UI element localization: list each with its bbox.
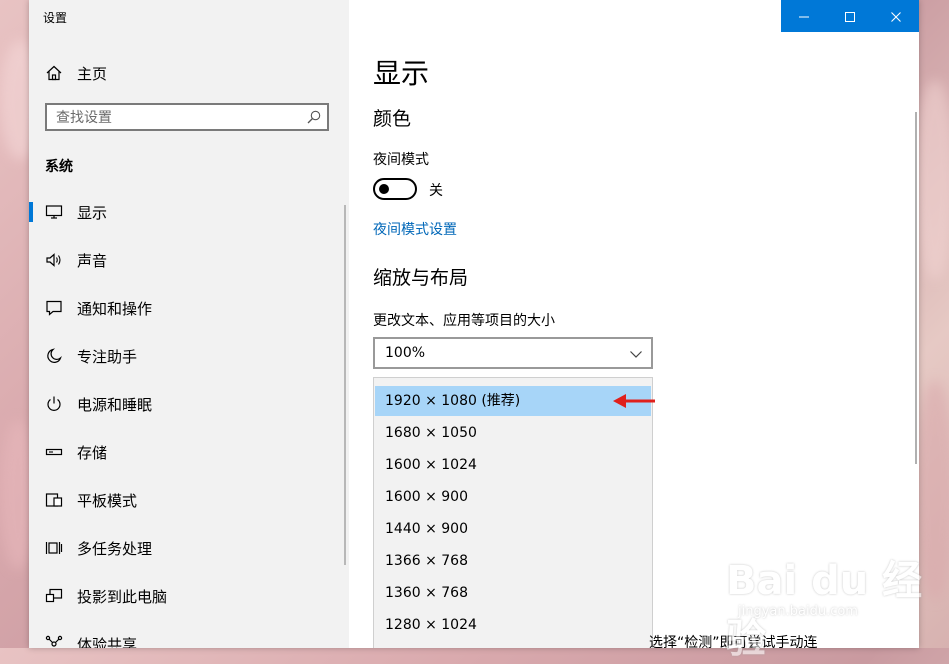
resolution-option[interactable]: 1600 × 900 xyxy=(375,482,651,512)
sidebar-home[interactable]: 主页 xyxy=(29,58,349,88)
watermark-url: jingyan.baidu.com xyxy=(738,604,858,619)
page-title: 显示 xyxy=(373,57,430,90)
scale-label: 更改文本、应用等项目的大小 xyxy=(373,313,555,329)
tablet-icon xyxy=(45,493,63,507)
resolution-option[interactable]: 1280 × 1024 xyxy=(375,610,651,640)
red-arrow-annotation xyxy=(613,394,655,408)
search-box[interactable] xyxy=(45,103,329,131)
maximize-icon xyxy=(845,12,855,22)
sidebar: 设置 主页 系统 显示 xyxy=(29,0,349,648)
sidebar-item-focus-assist[interactable]: 专注助手 xyxy=(29,336,349,376)
night-mode-toggle[interactable] xyxy=(373,178,417,200)
sidebar-item-project-to-pc[interactable]: 投影到此电脑 xyxy=(29,576,349,616)
content-scrollbar[interactable] xyxy=(915,112,917,464)
search-icon[interactable] xyxy=(306,109,322,125)
sidebar-item-sound[interactable]: 声音 xyxy=(29,240,349,280)
sidebar-scrollbar[interactable] xyxy=(344,205,346,565)
sidebar-item-label: 显示 xyxy=(77,204,108,222)
sidebar-item-label: 投影到此电脑 xyxy=(77,588,168,606)
project-icon xyxy=(45,588,63,603)
night-mode-state: 关 xyxy=(429,183,443,199)
resolution-option[interactable]: 1680 × 1050 xyxy=(375,418,651,448)
sidebar-item-shared-experiences[interactable]: 体验共享 xyxy=(29,624,349,648)
color-heading: 颜色 xyxy=(373,108,412,130)
sidebar-item-label: 存储 xyxy=(77,444,108,462)
scale-dropdown-value: 100% xyxy=(385,345,426,361)
resolution-option[interactable]: 1440 × 900 xyxy=(375,514,651,544)
minimize-button[interactable] xyxy=(781,2,827,32)
home-icon xyxy=(46,65,62,81)
baidu-jingyan-watermark: Bai du 经验 jingyan.baidu.com xyxy=(726,548,936,662)
search-input[interactable] xyxy=(47,105,308,131)
sidebar-item-label: 专注助手 xyxy=(77,348,138,366)
maximize-button[interactable] xyxy=(827,2,873,32)
scale-layout-heading: 缩放与布局 xyxy=(373,267,469,289)
sidebar-item-label: 声音 xyxy=(77,252,108,270)
window-controls xyxy=(781,0,919,32)
sidebar-item-label: 通知和操作 xyxy=(77,300,153,318)
close-icon xyxy=(891,12,901,22)
night-mode-label: 夜间模式 xyxy=(373,152,429,168)
sidebar-item-label: 多任务处理 xyxy=(77,540,153,558)
multitask-icon xyxy=(45,542,63,554)
sidebar-item-multitasking[interactable]: 多任务处理 xyxy=(29,528,349,568)
speaker-icon xyxy=(46,253,61,267)
sidebar-item-storage[interactable]: 存储 xyxy=(29,432,349,472)
sidebar-item-label: 电源和睡眠 xyxy=(77,396,153,414)
scale-dropdown[interactable]: 100% xyxy=(373,337,653,369)
resolution-option[interactable]: 1920 × 1080 (推荐) xyxy=(375,386,651,416)
share-icon xyxy=(45,635,63,647)
resolution-dropdown-list: 1920 × 1080 (推荐) 1680 × 1050 1600 × 1024… xyxy=(373,377,653,648)
app-title: 设置 xyxy=(43,11,68,25)
sidebar-item-notifications[interactable]: 通知和操作 xyxy=(29,288,349,328)
night-mode-settings-link[interactable]: 夜间模式设置 xyxy=(373,219,457,239)
toggle-knob xyxy=(379,184,389,194)
sidebar-item-label: 体验共享 xyxy=(77,636,138,648)
monitor-icon xyxy=(45,205,63,219)
notification-icon xyxy=(46,300,62,316)
sidebar-item-tablet-mode[interactable]: 平板模式 xyxy=(29,480,349,520)
sidebar-section-title: 系统 xyxy=(45,159,73,175)
power-icon xyxy=(47,396,61,411)
sidebar-item-display[interactable]: 显示 xyxy=(29,192,349,232)
chevron-down-icon xyxy=(630,351,642,358)
storage-icon xyxy=(45,448,63,456)
sidebar-item-label: 平板模式 xyxy=(77,492,138,510)
resolution-option[interactable]: 1360 × 768 xyxy=(375,578,651,608)
resolution-option[interactable]: 1600 × 1024 xyxy=(375,450,651,480)
close-button[interactable] xyxy=(873,2,919,32)
background-blossom xyxy=(915,80,949,280)
sidebar-item-power-sleep[interactable]: 电源和睡眠 xyxy=(29,384,349,424)
minimize-icon xyxy=(799,16,809,18)
sidebar-home-label: 主页 xyxy=(77,65,108,83)
resolution-option[interactable]: 1366 × 768 xyxy=(375,546,651,576)
moon-icon xyxy=(47,348,62,363)
